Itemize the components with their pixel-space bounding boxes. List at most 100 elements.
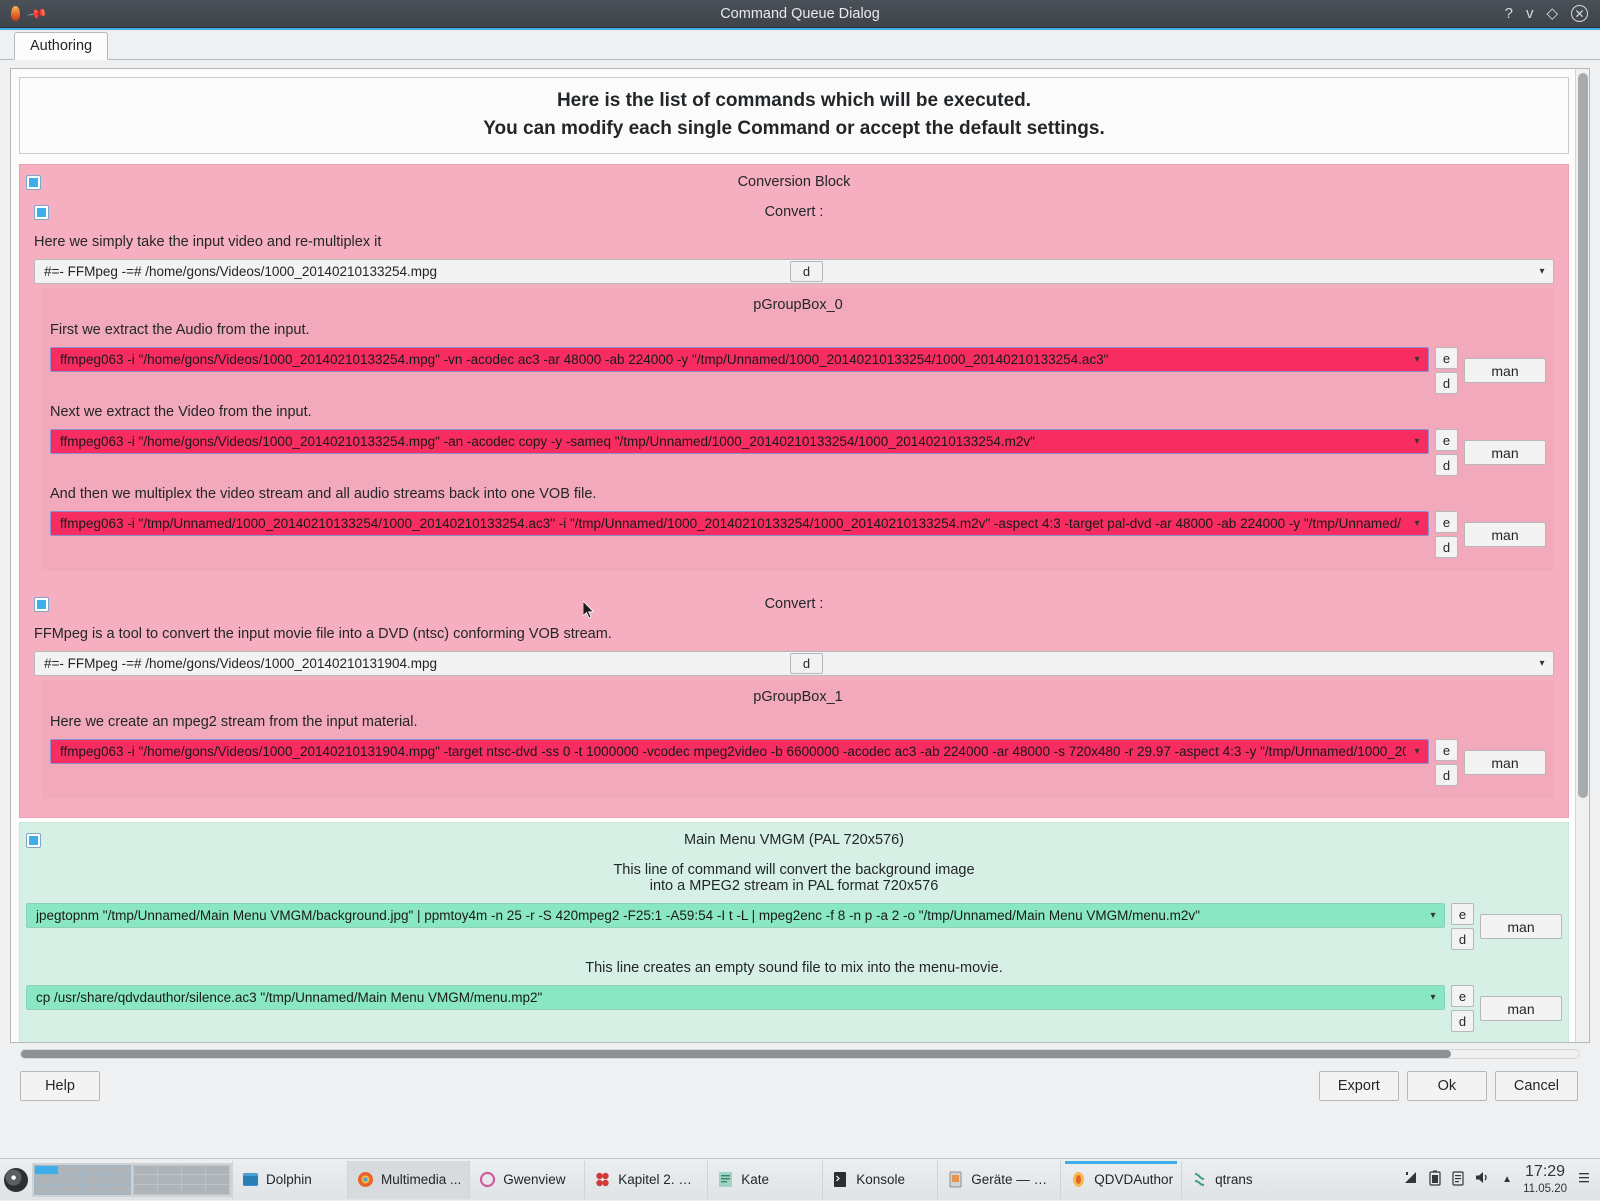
convert-block-1: Convert : Here we simply take the input … — [26, 197, 1562, 579]
command-0-0-d-button[interactable]: d — [1435, 372, 1458, 394]
dialog-footer: Help Export Ok Cancel — [10, 1062, 1590, 1110]
command-0-2-man-button[interactable]: man — [1464, 522, 1546, 547]
clipboard-icon[interactable] — [1452, 1170, 1464, 1189]
vertical-scrollbar-thumb[interactable] — [1578, 73, 1588, 798]
convert-2-source-combo[interactable]: #=- FFMpeg -=# /home/gons/Videos/1000_20… — [34, 651, 1554, 676]
command-combo-0-0[interactable]: ffmpeg063 -i "/home/gons/Videos/1000_201… — [50, 347, 1429, 372]
command-row-1-0: ffmpeg063 -i "/home/gons/Videos/1000_201… — [50, 739, 1546, 786]
volume-icon[interactable] — [1475, 1170, 1491, 1188]
flame-icon — [8, 5, 23, 22]
conversion-block-checkbox[interactable] — [26, 175, 41, 190]
application-launcher-button[interactable] — [0, 1159, 32, 1201]
taskbar-item-konsole[interactable]: Konsole — [822, 1161, 937, 1199]
horizontal-scrollbar-thumb[interactable] — [21, 1050, 1451, 1058]
vmgm-command-combo-1[interactable]: cp /usr/share/qdvdauthor/silence.ac3 "/t… — [26, 985, 1445, 1010]
close-icon[interactable]: ✕ — [1571, 5, 1588, 22]
taskbar-item-qtrans[interactable]: qtrans — [1181, 1161, 1296, 1199]
pager-page-2[interactable] — [133, 1165, 230, 1195]
convert-2-checkbox[interactable] — [34, 597, 49, 612]
taskbar-item-dolphin[interactable]: Dolphin — [232, 1161, 347, 1199]
qdvdauthor-icon — [1069, 1170, 1088, 1189]
convert-2-d-button[interactable]: d — [790, 653, 823, 674]
desktop-pager[interactable] — [32, 1163, 232, 1197]
vmgm-command-0-man-button[interactable]: man — [1480, 914, 1562, 939]
conversion-block: Conversion Block Convert : Here we simpl… — [19, 164, 1569, 818]
device-icon — [946, 1170, 965, 1189]
command-combo-0-1[interactable]: ffmpeg063 -i "/home/gons/Videos/1000_201… — [50, 429, 1429, 454]
conversion-block-header: Conversion Block — [26, 171, 1562, 193]
command-row-0-1: ffmpeg063 -i "/home/gons/Videos/1000_201… — [50, 429, 1546, 476]
help-button[interactable]: Help — [20, 1071, 100, 1101]
pager-page-1[interactable] — [34, 1165, 131, 1195]
command-0-1-d-button[interactable]: d — [1435, 454, 1458, 476]
vmgm-command-0-e-button[interactable]: e — [1451, 903, 1474, 925]
vmgm-command-1-e-button[interactable]: e — [1451, 985, 1474, 1007]
command-list: Here is the list of commands which will … — [11, 69, 1575, 1042]
taskbar-item-gwenview[interactable]: Gwenview — [469, 1161, 584, 1199]
network-icon[interactable] — [1403, 1170, 1418, 1188]
vertical-scrollbar[interactable] — [1575, 69, 1589, 1042]
convert-1-checkbox[interactable] — [34, 205, 49, 220]
vmgm-command-0-edit-buttons: e d — [1451, 903, 1474, 950]
battery-icon[interactable] — [1429, 1170, 1441, 1189]
vmgm-command-combo-0[interactable]: jpegtopnm "/tmp/Unnamed/Main Menu VMGM/b… — [26, 903, 1445, 928]
okular-icon — [593, 1170, 612, 1189]
horizontal-scrollbar[interactable] — [20, 1049, 1580, 1059]
maximize-icon[interactable]: ◇ — [1546, 6, 1558, 21]
command-1-0-man-button[interactable]: man — [1464, 750, 1546, 775]
tab-authoring[interactable]: Authoring — [14, 32, 108, 60]
command-0-2-d-button[interactable]: d — [1435, 536, 1458, 558]
taskbar-item-kate[interactable]: Kate — [707, 1161, 822, 1199]
command-1-0-d-button[interactable]: d — [1435, 764, 1458, 786]
taskbar-item-label: Kate — [741, 1172, 769, 1187]
command-0-2-description: And then we multiplex the video stream a… — [50, 479, 1546, 508]
taskbar-item-qdvdauthor[interactable]: QDVDAuthor — [1060, 1161, 1181, 1199]
command-combo-0-2[interactable]: ffmpeg063 -i "/tmp/Unnamed/1000_20140210… — [50, 511, 1429, 536]
titlebar-left-icons: 📌 — [0, 5, 120, 22]
hamburger-icon[interactable] — [1578, 1171, 1590, 1188]
taskbar-item-multimedia[interactable]: Multimedia ... — [347, 1161, 469, 1199]
vmgm-command-value-0: jpegtopnm "/tmp/Unnamed/Main Menu VMGM/b… — [36, 908, 1422, 923]
convert-1-description: Here we simply take the input video and … — [34, 227, 1554, 256]
vmgm-command-1-man-button[interactable]: man — [1480, 996, 1562, 1021]
command-row-0-0: ffmpeg063 -i "/home/gons/Videos/1000_201… — [50, 347, 1546, 394]
cancel-button[interactable]: Cancel — [1495, 1071, 1578, 1101]
command-0-1-e-button[interactable]: e — [1435, 429, 1458, 451]
chevron-down-icon: ▾ — [1406, 746, 1428, 757]
vmgm-command-0-d-button[interactable]: d — [1451, 928, 1474, 950]
vmgm-command-1-edit-buttons: e d — [1451, 985, 1474, 1032]
main-menu-vmgm-block: Main Menu VMGM (PAL 720x576) This line o… — [19, 822, 1569, 1042]
taskbar-item-geraete[interactable]: Geräte — N... — [937, 1161, 1060, 1199]
command-0-1-man-button[interactable]: man — [1464, 440, 1546, 465]
convert-1-d-button[interactable]: d — [790, 261, 823, 282]
command-1-0-e-button[interactable]: e — [1435, 739, 1458, 761]
convert-1-source-combo[interactable]: #=- FFMpeg -=# /home/gons/Videos/1000_20… — [34, 259, 1554, 284]
command-0-0-e-button[interactable]: e — [1435, 347, 1458, 369]
command-0-0-man-button[interactable]: man — [1464, 358, 1546, 383]
taskbar-item-label: Multimedia ... — [381, 1172, 461, 1187]
command-combo-1-0[interactable]: ffmpeg063 -i "/home/gons/Videos/1000_201… — [50, 739, 1429, 764]
ok-button[interactable]: Ok — [1407, 1071, 1487, 1101]
command-0-2-e-button[interactable]: e — [1435, 511, 1458, 533]
pin-icon[interactable]: 📌 — [26, 2, 48, 24]
help-icon[interactable]: ? — [1505, 6, 1513, 21]
gwenview-icon — [478, 1170, 497, 1189]
clock[interactable]: 17:29 11.05.20 — [1523, 1163, 1567, 1196]
shade-icon[interactable]: v — [1526, 6, 1534, 21]
chevron-down-icon: ▾ — [1422, 992, 1444, 1003]
command-1-0-edit-buttons: e d — [1435, 739, 1458, 786]
convert-block-2: Convert : FFMpeg is a tool to convert th… — [26, 589, 1562, 807]
vmgm-title: Main Menu VMGM (PAL 720x576) — [26, 832, 1562, 848]
convert-2-title: Convert : — [34, 596, 1554, 612]
konsole-icon — [831, 1170, 850, 1189]
export-button[interactable]: Export — [1319, 1071, 1399, 1101]
taskbar-item-label: Geräte — N... — [971, 1172, 1052, 1187]
dolphin-icon — [241, 1170, 260, 1189]
command-row-0-2: ffmpeg063 -i "/tmp/Unnamed/1000_20140210… — [50, 511, 1546, 558]
taskbar-item-label: QDVDAuthor — [1094, 1172, 1173, 1187]
tray-expand-arrow-icon[interactable]: ▲ — [1502, 1174, 1512, 1185]
tab-bar: Authoring — [0, 30, 1600, 60]
vmgm-command-1-d-button[interactable]: d — [1451, 1010, 1474, 1032]
vmgm-checkbox[interactable] — [26, 833, 41, 848]
taskbar-item-kapitel[interactable]: Kapitel 2. Gr... — [584, 1161, 707, 1199]
